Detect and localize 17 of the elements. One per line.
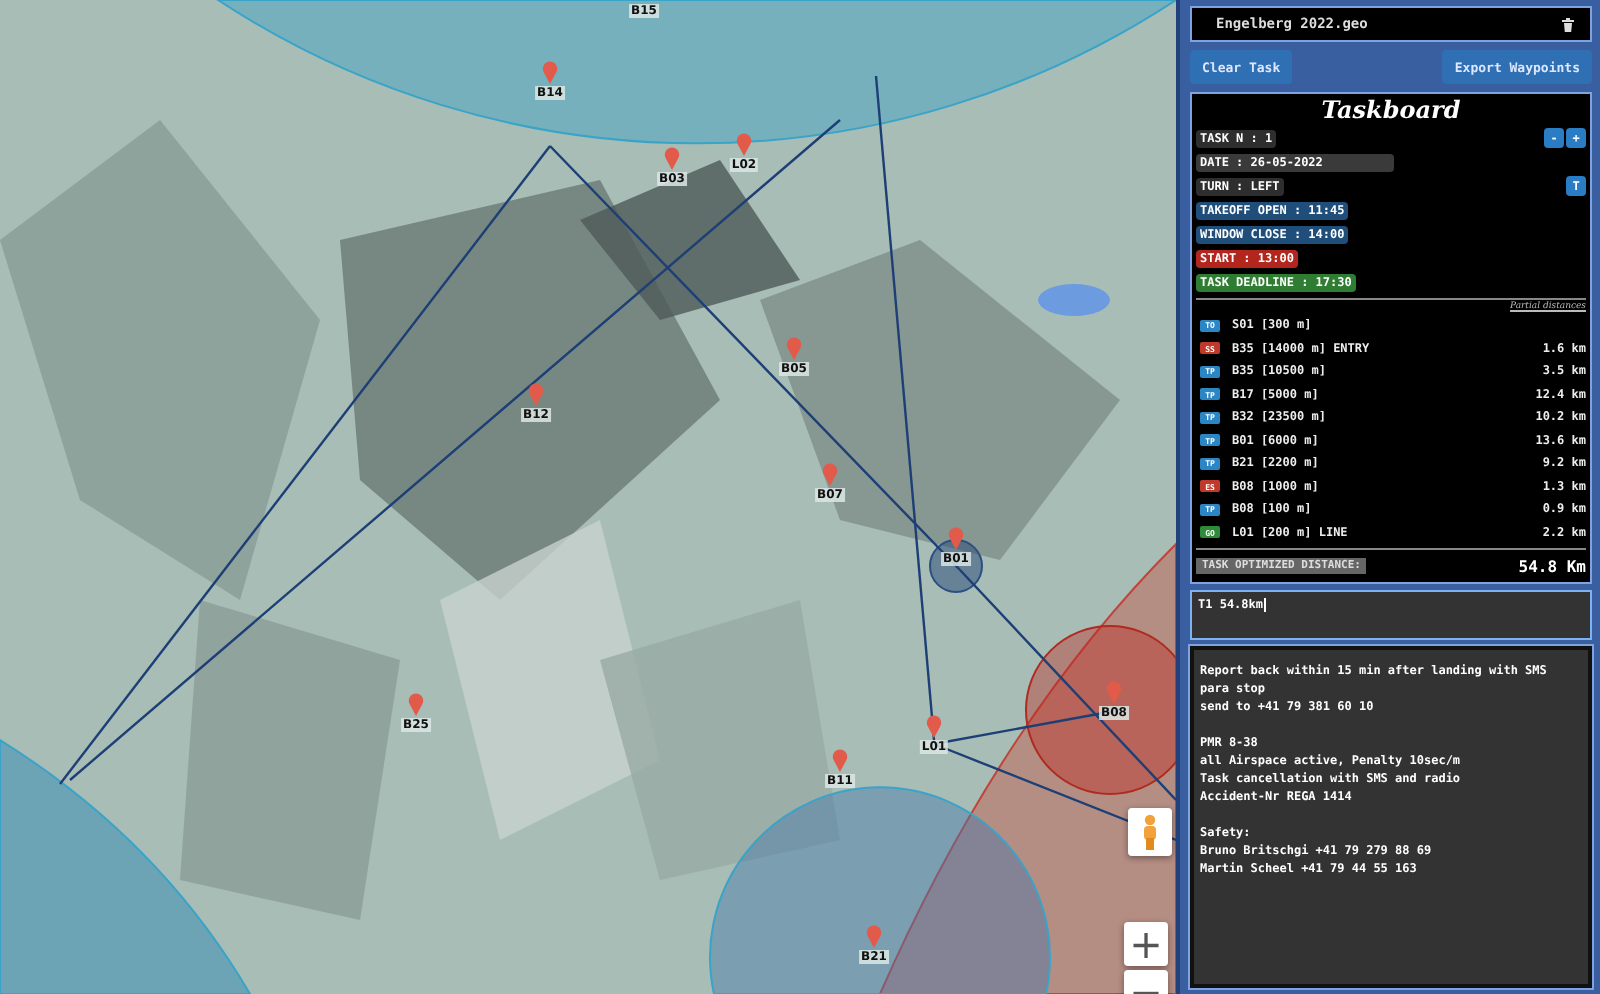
map-pin-icon[interactable] [664, 146, 680, 170]
zoom-in-button[interactable]: + [1124, 922, 1168, 966]
map-pin-icon[interactable] [866, 924, 882, 948]
optimized-distance-value: 54.8 Km [1518, 557, 1586, 575]
map-pin-icon[interactable] [736, 132, 752, 156]
map-pin-icon[interactable] [408, 692, 424, 716]
map-pin-icon[interactable] [822, 462, 838, 486]
trash-icon[interactable] [1562, 17, 1574, 31]
map-pin-icon[interactable] [528, 382, 544, 406]
lake [1038, 284, 1110, 316]
map-pin-icon[interactable] [832, 748, 848, 772]
taskboard-title: Taskboard [1319, 94, 1463, 126]
map-pin-icon[interactable] [542, 60, 558, 84]
map-pin-icon[interactable] [948, 526, 964, 550]
street-view-person-icon[interactable] [1128, 808, 1172, 856]
map-pin-icon[interactable] [926, 714, 942, 738]
map-pin-icon[interactable] [786, 336, 802, 360]
